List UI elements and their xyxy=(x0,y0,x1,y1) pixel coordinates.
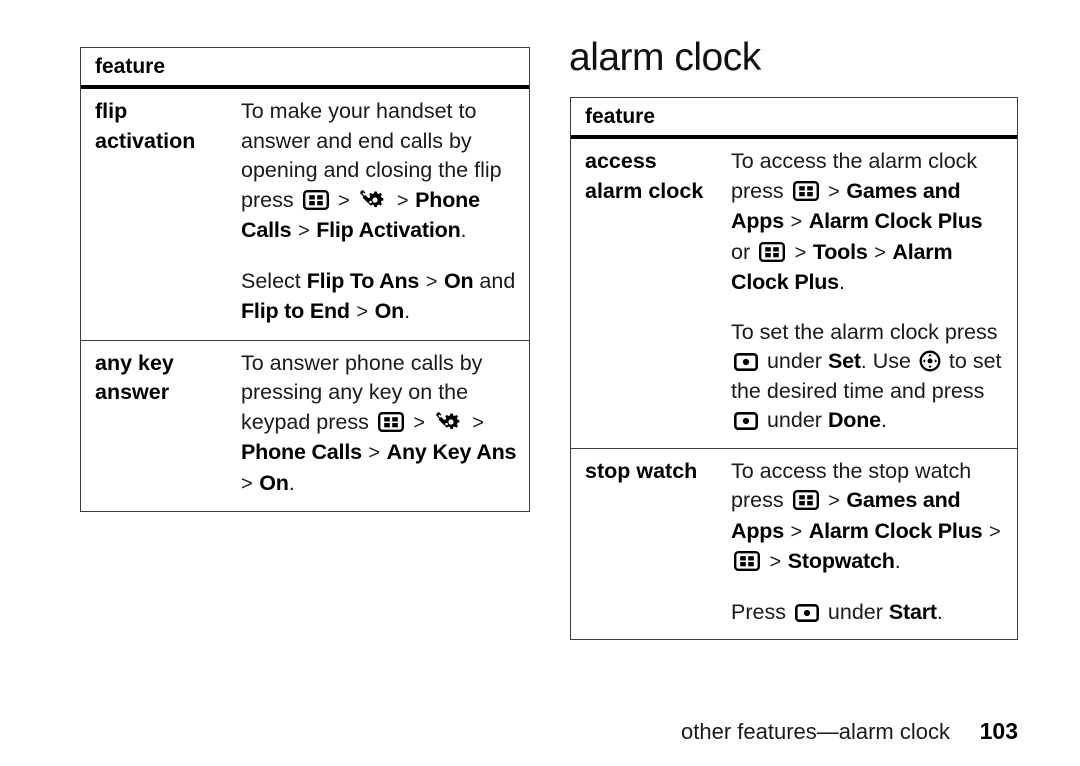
menu-key-icon xyxy=(302,189,329,210)
menu-key-icon xyxy=(792,490,819,510)
table-body: access alarm clock To access the alarm clo… xyxy=(571,139,1017,639)
footer-section-label: other features—alarm clock xyxy=(681,719,950,744)
instruction-text: and xyxy=(473,268,516,293)
instruction-paragraph: To access the stop watch press > Games a… xyxy=(731,457,1007,578)
menu-path-term: Alarm Clock Plus xyxy=(808,209,983,233)
menu-path-term: Start xyxy=(888,599,937,624)
page-footer: other features—alarm clock 103 xyxy=(0,718,1018,745)
path-separator: > xyxy=(292,220,316,242)
menu-path-term: Alarm Clock Plus xyxy=(808,518,983,543)
feature-name-cell: any key answer xyxy=(81,341,241,420)
menu-path-term: On xyxy=(374,299,405,323)
navigation-key-icon xyxy=(919,350,941,372)
path-separator: > xyxy=(983,520,1001,543)
instruction-paragraph: To answer phone calls by pressing any ke… xyxy=(241,349,519,500)
path-separator: > xyxy=(420,270,443,293)
instruction-paragraph: To make your handset to answer and end c… xyxy=(241,97,519,247)
instruction-text: Select xyxy=(241,268,307,293)
feature-description-cell: To access the alarm clock press > Games … xyxy=(731,139,1017,448)
menu-key-icon xyxy=(377,411,404,432)
path-separator: > xyxy=(391,189,415,212)
feature-name-line: flip xyxy=(95,99,128,123)
feature-name-line: answer xyxy=(95,380,170,404)
instruction-text: under xyxy=(821,599,889,624)
menu-key-icon xyxy=(792,180,819,201)
menu-key-icon xyxy=(759,241,786,262)
feature-name-line: stop watch xyxy=(585,458,698,483)
table-header-feature: feature xyxy=(571,98,1017,139)
menu-path-term: On xyxy=(259,470,289,495)
instruction-text: . xyxy=(838,270,845,294)
page-number: 103 xyxy=(979,718,1018,744)
select-key-icon xyxy=(734,412,758,430)
instruction-text: Press xyxy=(731,599,792,624)
menu-path-term: Flip To Ans xyxy=(306,268,420,293)
instruction-text: . xyxy=(288,470,295,495)
table-row: any key answer To answer phone calls by pr… xyxy=(81,339,529,512)
table-row: access alarm clock To access the alarm clo… xyxy=(571,139,1017,448)
select-key-icon xyxy=(794,603,819,622)
feature-name-line: activation xyxy=(95,128,196,153)
instruction-paragraph: To set the alarm clock press under Set. … xyxy=(731,318,1007,436)
menu-path-term: Stopwatch xyxy=(787,549,895,573)
tools-settings-icon xyxy=(435,411,463,433)
feature-table-alarm-clock: feature access alarm clock To access the a… xyxy=(570,97,1018,640)
instruction-paragraph: Press under Start. xyxy=(731,598,1007,628)
instruction-text: . xyxy=(880,408,887,432)
feature-name-line: access xyxy=(585,149,657,173)
instruction-text: . xyxy=(894,549,901,573)
feature-name-cell: flip activation xyxy=(81,89,241,168)
instruction-paragraph: Select Flip To Ans > On and Flip to End … xyxy=(241,267,519,328)
feature-description-cell: To answer phone calls by pressing any ke… xyxy=(241,341,529,512)
path-separator: > xyxy=(784,520,808,543)
feature-description-cell: To access the stop watch press > Games a… xyxy=(731,449,1017,640)
instruction-text: . xyxy=(404,299,411,323)
page-title: alarm clock xyxy=(569,36,761,79)
feature-name-cell: stop watch xyxy=(571,449,731,499)
menu-path-term: Phone Calls xyxy=(241,440,362,464)
path-separator: > xyxy=(868,241,892,264)
instruction-text: . xyxy=(936,599,943,624)
path-separator: > xyxy=(466,411,484,434)
instruction-text: . Use xyxy=(860,349,917,373)
menu-path-term: Flip to End xyxy=(241,299,350,323)
table-row: stop watch To access the stop watch press… xyxy=(571,447,1017,640)
path-separator: > xyxy=(332,189,356,212)
instruction-text: . xyxy=(460,218,467,242)
path-separator: > xyxy=(764,551,787,573)
feature-name-line: any key xyxy=(95,350,174,375)
path-separator: > xyxy=(350,301,374,323)
instruction-text: under xyxy=(761,349,828,373)
path-separator: > xyxy=(784,211,808,233)
menu-path-term: Set xyxy=(827,349,861,373)
path-separator: > xyxy=(407,411,431,434)
path-separator: > xyxy=(362,442,386,464)
table-row: flip activation To make your handset to an… xyxy=(81,89,529,340)
table-body: flip activation To make your handset to an… xyxy=(81,89,529,511)
menu-path-term: On xyxy=(443,268,474,293)
path-separator: > xyxy=(822,490,846,512)
instruction-paragraph: To access the alarm clock press > Games … xyxy=(731,147,1007,298)
instruction-text: To set the alarm clock press xyxy=(731,319,998,344)
feature-name-cell: access alarm clock xyxy=(571,139,731,218)
menu-path-term: Done xyxy=(827,408,881,432)
menu-key-icon xyxy=(734,551,760,571)
menu-path-term: Tools xyxy=(812,239,868,264)
path-separator: > xyxy=(789,241,812,264)
table-header-feature: feature xyxy=(81,48,529,89)
menu-path-term: Any Key Ans xyxy=(386,440,517,464)
instruction-text: under xyxy=(761,408,828,432)
instruction-text: or xyxy=(731,239,757,264)
select-key-icon xyxy=(734,353,758,371)
tools-settings-icon xyxy=(359,189,387,211)
feature-name-line: alarm clock xyxy=(585,178,704,203)
menu-path-term: Flip Activation xyxy=(316,218,461,242)
path-separator: > xyxy=(822,180,846,203)
feature-description-cell: To make your handset to answer and end c… xyxy=(241,89,529,340)
feature-table-flip: feature flip activation To make your hands… xyxy=(80,47,530,512)
